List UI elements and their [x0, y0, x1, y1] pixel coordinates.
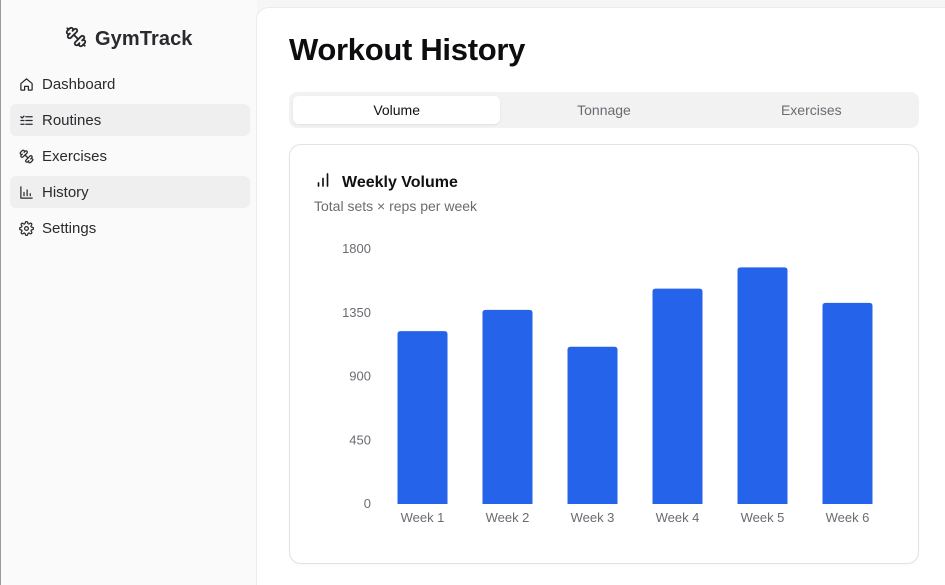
tab-tonnage[interactable]: Tonnage [500, 96, 707, 124]
sidebar: GymTrack Dashboard Routines Exercises Hi… [0, 0, 257, 585]
card-subtitle: Total sets × reps per week [314, 198, 478, 214]
checklist-icon [19, 113, 34, 128]
sidebar-item-label: Settings [42, 219, 97, 237]
x-tick-label: Week 6 [826, 510, 870, 525]
home-icon [19, 77, 34, 92]
sidebar-item-history[interactable]: History [10, 176, 250, 208]
app-name: GymTrack [95, 27, 193, 50]
bar-chart-icon [314, 171, 332, 194]
sidebar-item-settings[interactable]: Settings [10, 212, 250, 244]
tab-list: Volume Tonnage Exercises [289, 92, 919, 128]
dumbbell-logo-icon [65, 26, 87, 53]
y-tick-label: 450 [349, 432, 371, 447]
x-tick-label: Week 5 [741, 510, 785, 525]
sidebar-item-routines[interactable]: Routines [10, 104, 250, 136]
sidebar-item-label: Routines [42, 111, 102, 129]
bar-week-2[interactable] [482, 309, 533, 504]
card-header: Weekly Volume [314, 171, 458, 194]
main-content: Workout History Volume Tonnage Exercises… [257, 8, 945, 585]
x-tick-label: Week 4 [656, 510, 700, 525]
bar-week-6[interactable] [822, 302, 873, 504]
tab-exercises[interactable]: Exercises [708, 96, 915, 124]
bar-chart-icon [19, 185, 34, 200]
bar-week-5[interactable] [737, 267, 788, 504]
x-tick-label: Week 1 [401, 510, 445, 525]
x-tick-label: Week 2 [486, 510, 530, 525]
bar-week-3[interactable] [567, 346, 618, 504]
card-title: Weekly Volume [342, 173, 458, 191]
weekly-volume-card: 0 450 900 1350 1800 Week 1 Week 2 Week 3 Week 4 W… [289, 144, 919, 564]
sidebar-item-label: Exercises [42, 147, 108, 165]
sidebar-item-dashboard[interactable]: Dashboard [10, 68, 250, 100]
y-tick-label: 1800 [342, 241, 371, 256]
bar-week-4[interactable] [652, 288, 703, 504]
tab-volume[interactable]: Volume [293, 96, 501, 124]
bar-week-1[interactable] [397, 331, 448, 504]
page-title: Workout History [289, 32, 526, 67]
sidebar-nav: Dashboard Routines Exercises History Set… [10, 68, 250, 248]
y-tick-label: 1350 [342, 305, 371, 320]
dumbbell-icon [19, 149, 34, 164]
y-tick-label: 900 [349, 369, 371, 384]
brand[interactable]: GymTrack [65, 26, 193, 52]
y-tick-label: 0 [364, 496, 371, 511]
gear-icon [19, 220, 34, 236]
sidebar-item-exercises[interactable]: Exercises [10, 140, 250, 172]
sidebar-item-label: History [42, 183, 89, 201]
app-window: GymTrack Dashboard Routines Exercises Hi… [0, 0, 945, 585]
sidebar-item-label: Dashboard [42, 75, 116, 93]
x-tick-label: Week 3 [571, 510, 615, 525]
